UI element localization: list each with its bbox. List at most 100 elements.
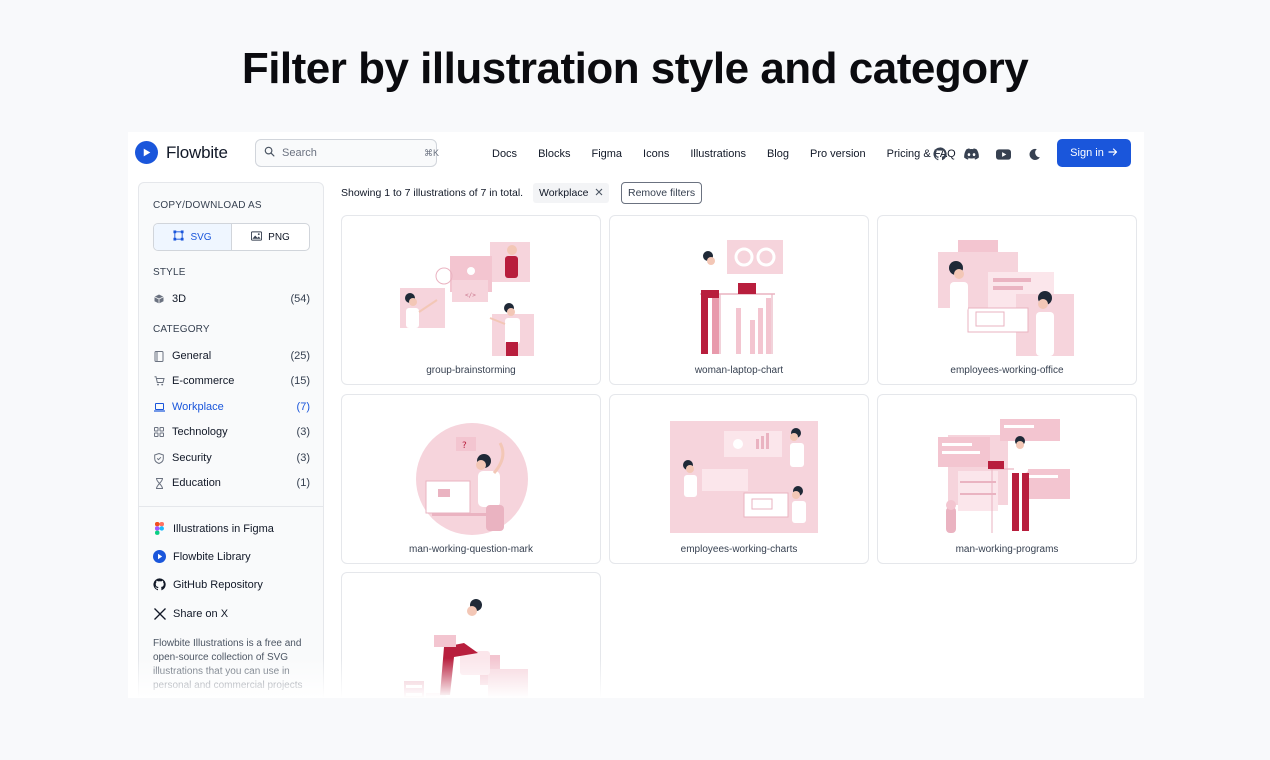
link-github-repository[interactable]: GitHub Repository <box>153 578 263 591</box>
category-label: General <box>172 350 212 362</box>
sidebar-divider <box>139 506 323 507</box>
illustration-man-working-programs <box>938 419 1070 533</box>
link-label: Share on X <box>173 607 229 620</box>
illustration-card[interactable] <box>341 572 601 698</box>
remove-filters-button[interactable]: Remove filters <box>621 182 703 204</box>
category-item-education[interactable]: Education (1) <box>153 474 310 492</box>
app-window: Flowbite ⌘K Docs Blocks Figma Icons Illu… <box>128 132 1144 698</box>
grid-icon <box>153 426 165 438</box>
category-item-security[interactable]: Security (3) <box>153 449 310 467</box>
style-count: (54) <box>290 293 310 305</box>
nav-link-illustrations[interactable]: Illustrations <box>690 148 746 160</box>
illustration-card[interactable]: woman-laptop-chart <box>609 215 869 385</box>
cart-icon <box>153 375 165 387</box>
illustration-group-brainstorming: </> <box>400 242 534 356</box>
category-count: (7) <box>296 401 310 413</box>
hourglass-icon <box>153 477 165 489</box>
nav-link-docs[interactable]: Docs <box>492 148 517 160</box>
active-filter-label: Workplace <box>539 187 589 199</box>
discord-icon[interactable] <box>963 146 979 162</box>
figma-icon <box>153 522 166 535</box>
illustration-employees-working-office <box>938 240 1074 356</box>
illustration-card[interactable]: employees-working-charts <box>609 394 869 564</box>
card-caption: man-working-question-mark <box>409 544 533 555</box>
search-icon <box>264 144 275 162</box>
illustration-man-working-question-mark: ? <box>416 423 528 535</box>
github-icon <box>153 578 166 591</box>
flowbite-logo-icon <box>153 550 166 563</box>
book-icon <box>153 350 165 362</box>
category-item-technology[interactable]: Technology (3) <box>153 423 310 441</box>
moon-icon[interactable] <box>1026 146 1042 162</box>
shield-icon <box>153 452 165 464</box>
category-label: Education <box>172 477 221 489</box>
laptop-icon <box>153 401 165 413</box>
style-item-3d[interactable]: 3D (54) <box>153 290 310 308</box>
nav-link-pro[interactable]: Pro version <box>810 148 866 160</box>
youtube-icon[interactable] <box>995 146 1011 162</box>
illustration-card[interactable]: employees-working-office <box>877 215 1137 385</box>
copy-download-title: COPY/DOWNLOAD AS <box>153 200 262 211</box>
close-icon[interactable] <box>595 187 603 199</box>
category-count: (3) <box>296 426 310 438</box>
sign-in-button[interactable]: Sign in <box>1057 139 1131 167</box>
nav-link-icons[interactable]: Icons <box>643 148 669 160</box>
nav-link-blocks[interactable]: Blocks <box>538 148 570 160</box>
nav-links: Docs Blocks Figma Icons Illustrations Bl… <box>492 132 977 176</box>
category-title: CATEGORY <box>153 324 210 335</box>
vector-icon <box>173 230 184 244</box>
category-count: (25) <box>290 350 310 362</box>
category-count: (1) <box>296 477 310 489</box>
link-share-x[interactable]: Share on X <box>153 607 228 620</box>
image-icon <box>251 230 263 244</box>
filter-sidebar: COPY/DOWNLOAD AS SVG PNG STYLE 3D (54) C… <box>138 182 324 698</box>
nav-link-blog[interactable]: Blog <box>767 148 789 160</box>
link-flowbite-library[interactable]: Flowbite Library <box>153 550 251 563</box>
format-png-label: PNG <box>268 231 290 243</box>
illustration-employees-working-charts <box>670 421 818 533</box>
illustration-card[interactable]: man-working-programs <box>877 394 1137 564</box>
nav-link-figma[interactable]: Figma <box>591 148 622 160</box>
cube-icon <box>153 293 165 305</box>
search-box[interactable]: ⌘K <box>255 139 440 167</box>
style-title: STYLE <box>153 267 186 278</box>
illustration-woman-sitting-laptop <box>404 599 528 698</box>
card-caption: man-working-programs <box>955 544 1059 555</box>
active-filter-chip: Workplace <box>533 183 610 203</box>
search-input[interactable] <box>282 147 424 159</box>
svg-text:</>: </> <box>465 292 476 299</box>
brand-logo[interactable]: Flowbite <box>135 141 228 164</box>
results-count: Showing 1 to 7 illustrations of 7 in tot… <box>341 187 524 199</box>
illustration-card[interactable]: </> group-brainstorming <box>341 215 601 385</box>
style-label: 3D <box>172 293 187 305</box>
card-caption: group-brainstorming <box>426 365 516 376</box>
link-label: GitHub Repository <box>173 578 263 591</box>
format-png-button[interactable]: PNG <box>232 224 309 250</box>
arrow-right-icon <box>1108 147 1118 160</box>
brand-name: Flowbite <box>166 142 228 162</box>
card-caption: employees-working-charts <box>680 544 798 555</box>
github-icon[interactable] <box>932 146 948 162</box>
card-caption: woman-laptop-chart <box>694 365 784 376</box>
sign-in-label: Sign in <box>1070 147 1104 159</box>
category-label: E-commerce <box>172 375 235 387</box>
category-item-general[interactable]: General (25) <box>153 347 310 365</box>
flowbite-logo-icon <box>135 141 158 164</box>
category-item-ecommerce[interactable]: E-commerce (15) <box>153 372 310 390</box>
svg-text:?: ? <box>462 441 467 451</box>
navbar: Flowbite ⌘K Docs Blocks Figma Icons Illu… <box>128 132 1144 176</box>
search-shortcut: ⌘K <box>424 147 440 158</box>
link-illustrations-figma[interactable]: Illustrations in Figma <box>153 522 274 535</box>
illustration-card[interactable]: ? man-working-question-mark <box>341 394 601 564</box>
format-svg-label: SVG <box>190 231 212 243</box>
link-label: Flowbite Library <box>173 550 251 563</box>
sidebar-description: Flowbite Illustrations is a free and ope… <box>153 638 303 691</box>
category-count: (3) <box>296 452 310 464</box>
category-label: Security <box>172 452 212 464</box>
format-svg-button[interactable]: SVG <box>154 224 232 250</box>
format-toggle: SVG PNG <box>153 223 310 251</box>
category-count: (15) <box>290 375 310 387</box>
category-label: Technology <box>172 426 228 438</box>
category-label: Workplace <box>172 401 224 413</box>
category-item-workplace[interactable]: Workplace (7) <box>153 398 310 416</box>
